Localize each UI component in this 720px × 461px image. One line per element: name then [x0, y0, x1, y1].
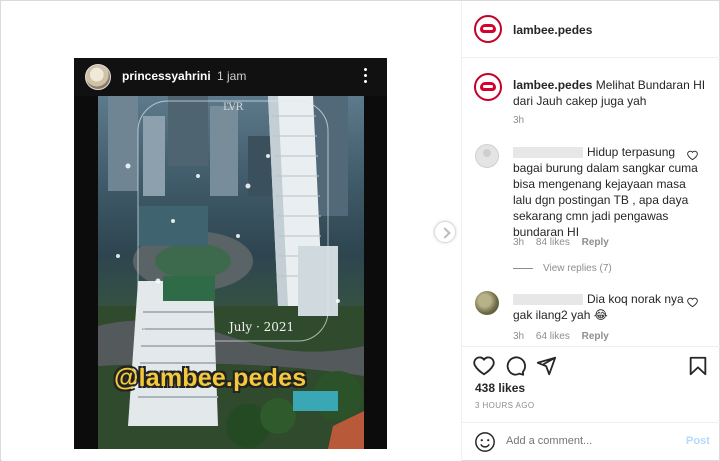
comment-item: Hidup terpasung bagai burung dalam sangk… — [513, 144, 705, 240]
comment-icon[interactable] — [504, 355, 526, 377]
comment-form: Post — [462, 422, 720, 461]
caption-avatar[interactable] — [474, 73, 502, 101]
svg-text:ĽVR: ĽVR — [223, 102, 244, 113]
share-icon[interactable] — [535, 355, 557, 377]
emoji-icon[interactable] — [474, 431, 496, 453]
hidden-username — [513, 147, 583, 159]
comment-time: 3h — [513, 237, 525, 248]
caption-time: 3h — [513, 115, 525, 126]
comment-heart-icon[interactable] — [687, 150, 698, 161]
comment-meta: 3h 84 likes Reply — [513, 237, 618, 248]
post-comment-button[interactable]: Post — [686, 435, 710, 447]
comment-text: Hidup terpasung bagai burung dalam sangk… — [513, 145, 698, 239]
video-date-caption: July · 2021 — [229, 320, 295, 334]
comment-item: Dia koq norak nya gak ilang2 yah 😂 — [513, 291, 705, 323]
view-replies-button[interactable]: View replies (7) — [513, 263, 612, 274]
commenter-avatar[interactable] — [475, 291, 499, 315]
hidden-username — [513, 294, 583, 306]
post-header: lambee.pedes — [462, 2, 720, 58]
story-border-right — [364, 96, 387, 449]
profile-avatar[interactable] — [474, 15, 502, 43]
add-comment-input[interactable] — [506, 435, 656, 447]
caption-username[interactable]: lambee.pedes — [513, 78, 592, 92]
bookmark-icon[interactable] — [687, 355, 709, 377]
heart-icon[interactable] — [473, 355, 495, 377]
next-media-arrow-icon[interactable] — [434, 221, 456, 243]
posted-time: 3 HOURS AGO — [475, 401, 535, 410]
action-bar — [462, 346, 720, 386]
more-options-icon — [361, 67, 369, 85]
post-modal: princessyahrini 1 jam ĽVR July · 2021 @l… — [0, 0, 720, 461]
comment-meta: 3h 64 likes Reply — [513, 331, 618, 342]
reply-button[interactable]: Reply — [582, 237, 609, 248]
story-time: 1 jam — [217, 69, 247, 83]
post-details-panel: lambee.pedes lambee.pedes Melihat Bundar… — [461, 2, 720, 461]
story-avatar — [85, 64, 111, 90]
post-media: princessyahrini 1 jam ĽVR July · 2021 @l… — [2, 2, 461, 461]
lambee-watermark: @lambee.pedes — [114, 364, 307, 392]
comment-time: 3h — [513, 331, 525, 342]
city-aerial-video: ĽVR — [98, 96, 364, 449]
likes-count[interactable]: 438 likes — [475, 381, 525, 395]
story-border-left — [74, 96, 98, 449]
reply-button[interactable]: Reply — [582, 331, 609, 342]
story-username: princessyahrini — [122, 69, 211, 83]
story-header: princessyahrini 1 jam — [74, 58, 387, 96]
comment-likes[interactable]: 84 likes — [536, 237, 570, 248]
comment-likes[interactable]: 64 likes — [536, 331, 570, 342]
story-screenshot: princessyahrini 1 jam ĽVR July · 2021 @l… — [74, 58, 387, 449]
city-aerial-image: ĽVR — [98, 96, 364, 449]
post-caption: lambee.pedes Melihat Bundaran HI dari Ja… — [513, 77, 713, 109]
header-username[interactable]: lambee.pedes — [513, 23, 592, 37]
comment-heart-icon[interactable] — [687, 297, 698, 308]
commenter-avatar[interactable] — [475, 144, 499, 168]
